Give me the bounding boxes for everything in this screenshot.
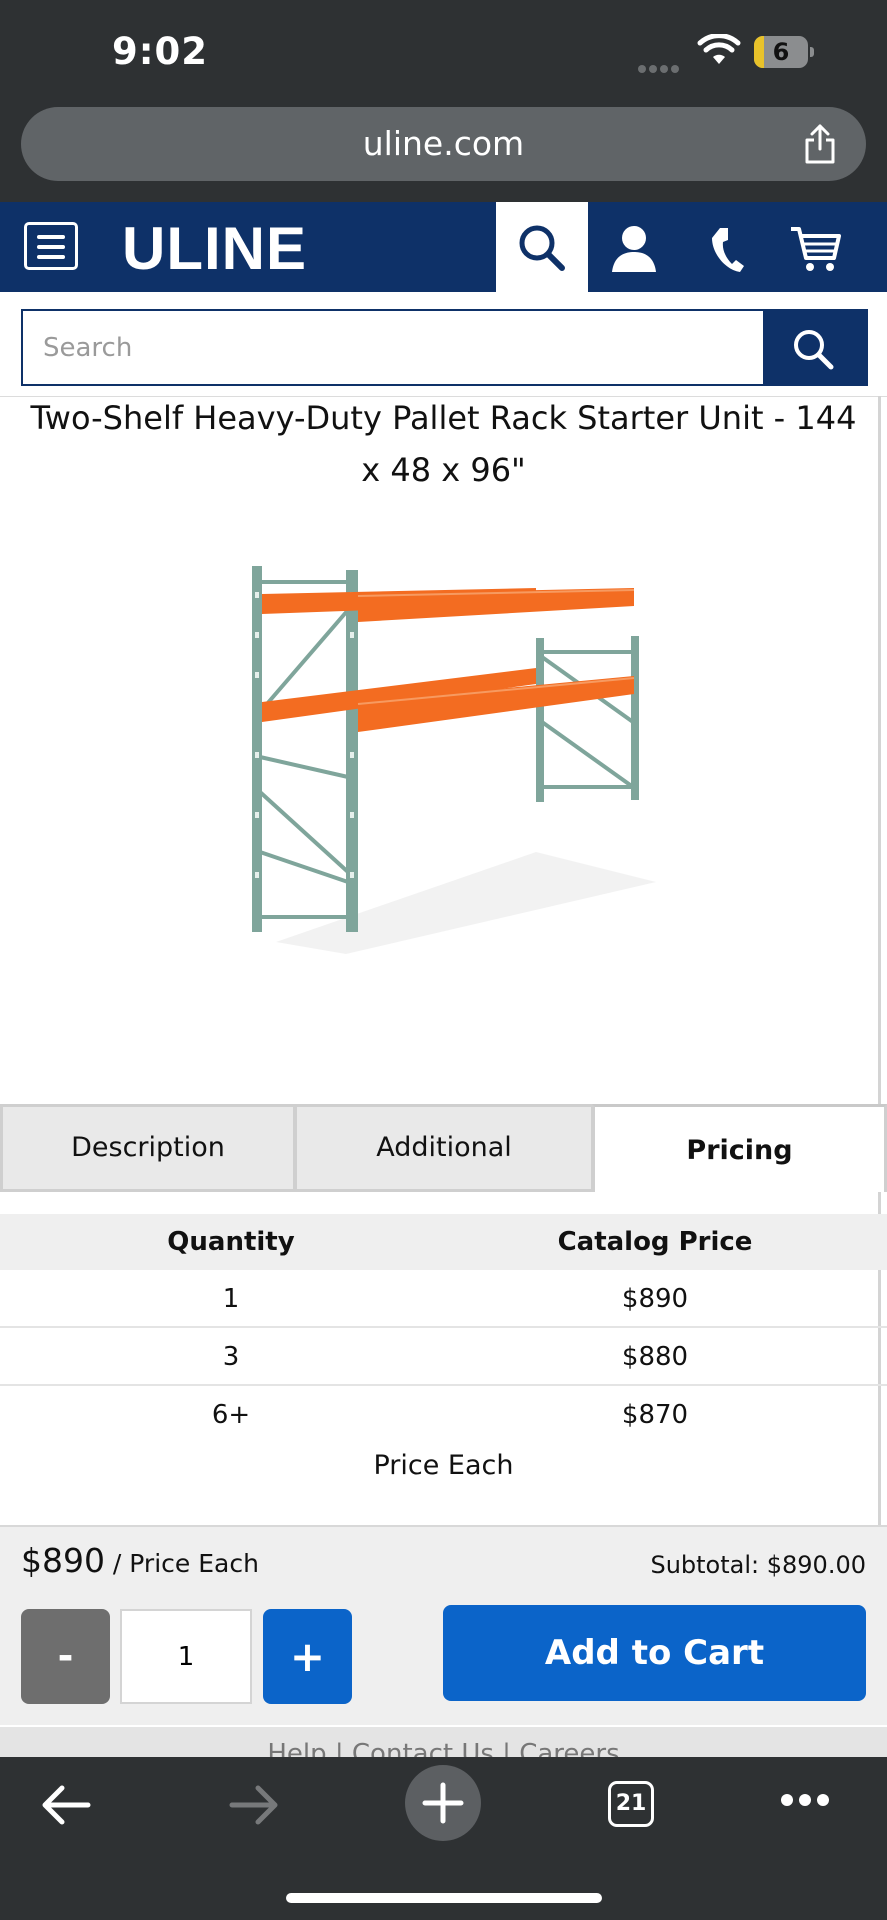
add-to-cart-panel: $890 / Price Each Subtotal: $890.00 - + … bbox=[0, 1525, 887, 1725]
quantity-cell: 6+ bbox=[211, 1400, 251, 1430]
unit-price: $890 / Price Each bbox=[21, 1541, 259, 1580]
more-options-icon[interactable] bbox=[780, 1793, 830, 1807]
new-tab-icon[interactable] bbox=[405, 1765, 481, 1841]
tab-description[interactable]: Description bbox=[0, 1104, 296, 1192]
forward-icon[interactable] bbox=[228, 1783, 280, 1827]
pallet-rack-image bbox=[252, 566, 656, 954]
header-search-tab[interactable] bbox=[496, 202, 588, 292]
unit-price-suffix: / Price Each bbox=[104, 1549, 259, 1578]
tab-additional-information[interactable]: Additional Information bbox=[294, 1104, 594, 1245]
table-row: 1 $890 bbox=[0, 1270, 887, 1328]
battery-level: 6 bbox=[772, 38, 790, 66]
uline-logo[interactable]: ULINE bbox=[122, 214, 307, 283]
menu-icon[interactable] bbox=[24, 222, 78, 270]
tabs-count-button[interactable]: 21 bbox=[608, 1781, 654, 1827]
address-bar[interactable]: uline.com bbox=[21, 107, 866, 181]
quantity-decrease-button[interactable]: - bbox=[21, 1609, 110, 1704]
account-icon[interactable] bbox=[606, 220, 662, 276]
tab-pricing[interactable]: Pricing bbox=[592, 1104, 887, 1192]
browser-bottom-bar: 21 bbox=[0, 1757, 887, 1920]
product-tabs: Description Additional Information Prici… bbox=[0, 1104, 887, 1245]
product-title: Two-Shelf Heavy-Duty Pallet Rack Starter… bbox=[30, 399, 857, 489]
footer-links: Help | Contact Us | Careers bbox=[0, 1727, 887, 1757]
search-icon bbox=[794, 330, 834, 370]
quantity-input[interactable] bbox=[120, 1609, 252, 1704]
column-header-quantity: Quantity bbox=[167, 1227, 295, 1257]
pricing-table: Quantity Catalog Price 1 $890 3 $880 6+ … bbox=[0, 1214, 887, 1444]
status-time: 9:02 bbox=[112, 30, 209, 73]
footer-links-text[interactable]: Help | Contact Us | Careers bbox=[0, 1739, 887, 1757]
quantity-cell: 1 bbox=[222, 1284, 240, 1314]
back-icon[interactable] bbox=[40, 1783, 92, 1827]
column-header-catalog-price: Catalog Price bbox=[557, 1227, 753, 1257]
site-header: ULINE bbox=[0, 202, 887, 292]
scrollbar[interactable] bbox=[878, 396, 881, 1716]
price-cell: $880 bbox=[621, 1342, 689, 1372]
price-each-note: Price Each bbox=[373, 1450, 514, 1481]
quantity-cell: 3 bbox=[222, 1342, 240, 1372]
subtotal: Subtotal: $890.00 bbox=[650, 1551, 866, 1579]
quantity-increase-button[interactable]: + bbox=[263, 1609, 352, 1704]
battery-icon: 6 bbox=[754, 36, 814, 68]
url-text: uline.com bbox=[362, 124, 525, 163]
table-header: Quantity Catalog Price bbox=[0, 1214, 887, 1270]
cellular-signal-icon bbox=[638, 58, 684, 73]
cart-icon[interactable] bbox=[788, 220, 844, 276]
table-row: 6+ $870 bbox=[0, 1386, 887, 1444]
search-icon bbox=[519, 225, 565, 271]
home-indicator[interactable] bbox=[286, 1893, 602, 1903]
unit-price-value: $890 bbox=[21, 1541, 105, 1580]
table-row: 3 $880 bbox=[0, 1328, 887, 1386]
price-cell: $870 bbox=[621, 1400, 689, 1430]
add-to-cart-button[interactable]: Add to Cart bbox=[443, 1605, 866, 1701]
phone-icon[interactable] bbox=[700, 220, 756, 276]
search-input[interactable] bbox=[23, 311, 761, 384]
share-icon[interactable] bbox=[802, 123, 838, 165]
price-cell: $890 bbox=[621, 1284, 689, 1314]
browser-top-bar: 9:02 6 uline.com bbox=[0, 0, 887, 202]
search-bar bbox=[21, 309, 868, 386]
wifi-icon bbox=[697, 34, 741, 64]
search-button[interactable] bbox=[763, 309, 868, 386]
